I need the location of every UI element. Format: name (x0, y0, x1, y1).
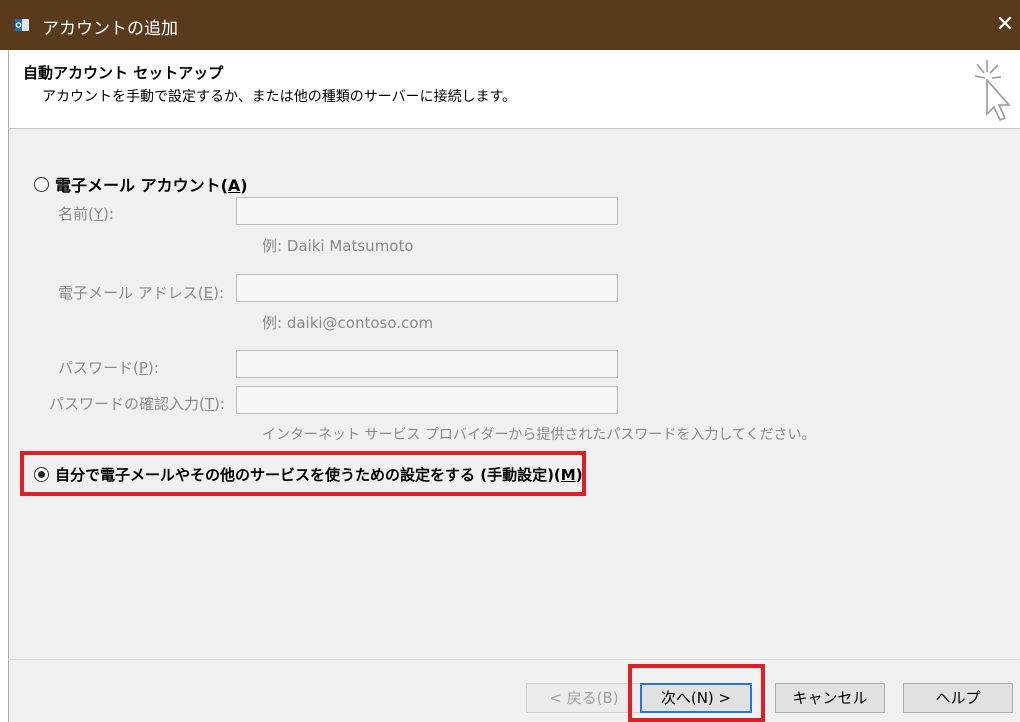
outlook-app-icon (15, 19, 29, 31)
next-button[interactable]: 次へ(N) > (640, 683, 752, 713)
email-address-label-accel: E (203, 284, 214, 302)
add-account-dialog: アカウントの追加 ✕ 自動アカウント セットアップ アカウントを手動で設定するか… (0, 0, 1020, 722)
email-address-label: 電子メール アドレス(E): (58, 282, 224, 303)
email-address-label-text: 電子メール アドレス( (58, 284, 204, 302)
manual-setup-label-end: ) (575, 466, 583, 484)
radio-unchecked-icon[interactable] (34, 176, 49, 192)
name-label: 名前(Y): (58, 203, 114, 224)
email-account-radio[interactable]: 電子メール アカウント(A) (34, 172, 248, 196)
back-button[interactable]: < 戻る(B) (526, 683, 642, 713)
password-label: パスワード(P): (58, 357, 159, 378)
name-field[interactable] (236, 197, 618, 225)
manual-setup-accel: M (560, 466, 576, 484)
password-field[interactable] (236, 350, 618, 378)
password-confirm-label: パスワードの確認入力(T): (49, 393, 225, 414)
name-example-hint: 例: Daiki Matsumoto (262, 237, 414, 255)
name-label-accel: Y (93, 205, 104, 223)
manual-setup-label: 自分で電子メールやその他のサービスを使うための設定をする (手動設定)( (55, 466, 561, 484)
radio-checked-icon[interactable] (34, 467, 49, 482)
email-account-accel: A (227, 176, 241, 195)
window-title: アカウントの追加 (42, 19, 178, 39)
email-address-field[interactable] (236, 274, 618, 302)
password-confirm-field[interactable] (236, 386, 618, 414)
password-label-end: ): (147, 359, 159, 377)
help-button[interactable]: ヘルプ (903, 683, 1013, 713)
name-label-text: 名前( (58, 205, 94, 223)
name-label-end: ): (103, 205, 114, 223)
email-account-label: 電子メール アカウント( (55, 176, 228, 195)
header-subtitle: アカウントを手動で設定するか、または他の種類のサーバーに接続します。 (42, 89, 517, 105)
email-address-label-end: ): (213, 284, 225, 302)
wizard-header: 自動アカウント セットアップ アカウントを手動で設定するか、または他の種類のサー… (8, 50, 1020, 129)
password-confirm-label-accel: T (204, 395, 215, 413)
password-label-text: パスワード( (58, 359, 139, 377)
manual-setup-radio[interactable]: 自分で電子メールやその他のサービスを使うための設定をする (手動設定)(M) (34, 464, 583, 485)
header-title: 自動アカウント セットアップ (23, 64, 224, 82)
password-confirm-label-end: ): (214, 395, 225, 413)
email-account-label-end: ) (240, 176, 248, 195)
email-example-hint: 例: daiki@contoso.com (262, 314, 434, 332)
close-icon[interactable]: ✕ (990, 8, 1020, 42)
title-bar: アカウントの追加 ✕ (0, 0, 1020, 50)
password-label-accel: P (138, 359, 148, 377)
cursor-sparkle-icon (974, 60, 1011, 122)
password-confirm-label-text: パスワードの確認入力( (49, 395, 205, 413)
cancel-button[interactable]: キャンセル (775, 683, 885, 713)
password-hint: インターネット サービス プロバイダーから提供されたパスワードを入力してください… (262, 427, 816, 443)
